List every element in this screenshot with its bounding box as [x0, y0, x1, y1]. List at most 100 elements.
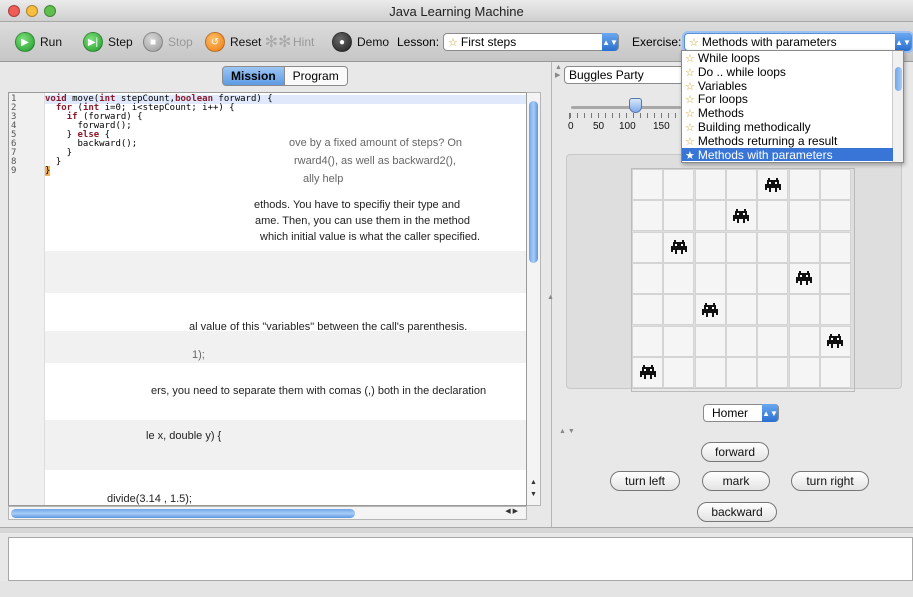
- buggle-select-value: Homer: [712, 406, 749, 420]
- turn-left-button[interactable]: turn left: [610, 471, 680, 491]
- grid-cell[interactable]: [694, 262, 726, 294]
- exercise-option[interactable]: ★ Methods with parameters: [682, 147, 893, 162]
- grid-cell[interactable]: [725, 262, 757, 294]
- reset-button[interactable]: ↺ Reset: [205, 31, 261, 53]
- grid-cell[interactable]: [819, 200, 851, 232]
- forward-button[interactable]: forward: [701, 442, 769, 462]
- grid-cell[interactable]: [788, 294, 820, 326]
- slider-tick: [626, 113, 627, 118]
- speed-slider-track[interactable]: [571, 106, 681, 109]
- exercise-option[interactable]: ☆ Building methodically: [682, 120, 893, 134]
- exercise-dropdown-list[interactable]: ☆ While loops ☆ Do .. while loops ☆ Variables…: [681, 50, 904, 163]
- grid-cell[interactable]: [694, 200, 726, 232]
- editor-horizontal-scrollbar[interactable]: ◀ ▶: [8, 506, 527, 520]
- grid-cell[interactable]: [663, 200, 695, 232]
- slider-tick: [654, 113, 655, 118]
- world-select-value: Buggles Party: [569, 68, 644, 82]
- scroll-left-right-icon[interactable]: ◀ ▶: [505, 507, 518, 515]
- grid-cell[interactable]: [757, 356, 789, 388]
- grid-cell[interactable]: [632, 169, 663, 200]
- scroll-thumb[interactable]: [895, 67, 902, 91]
- exercise-option[interactable]: ☆ Methods returning a result: [682, 134, 893, 148]
- turn-right-button[interactable]: turn right: [791, 471, 869, 491]
- grid-cell[interactable]: [663, 262, 695, 294]
- grid-cell[interactable]: [819, 169, 851, 200]
- hint-button[interactable]: ✻✻ Hint: [265, 31, 315, 53]
- grid-cell[interactable]: [819, 231, 851, 263]
- scroll-up-icon[interactable]: ▲: [527, 479, 540, 489]
- grid-cell[interactable]: [632, 325, 663, 357]
- run-button[interactable]: ▶ Run: [15, 31, 62, 53]
- grid-cell[interactable]: [725, 294, 757, 326]
- log-divider[interactable]: [0, 527, 913, 533]
- step-button[interactable]: ▶| Step: [83, 31, 133, 53]
- buggle-icon: [695, 294, 726, 325]
- grid-cell[interactable]: [663, 325, 695, 357]
- grid-cell[interactable]: [788, 200, 820, 232]
- exercise-option[interactable]: ☆ While loops: [682, 51, 893, 65]
- log-console[interactable]: [8, 537, 913, 581]
- grid-cell[interactable]: [632, 262, 663, 294]
- grid-cell[interactable]: [788, 325, 820, 357]
- grid-cell[interactable]: [819, 356, 851, 388]
- code-text[interactable]: void move(int stepCount,boolean forward)…: [45, 95, 273, 176]
- grid-cell[interactable]: [694, 169, 726, 200]
- grid-cell[interactable]: [819, 294, 851, 326]
- grid-cell[interactable]: [788, 356, 820, 388]
- grid-cell[interactable]: [788, 169, 820, 200]
- grid-cell[interactable]: [694, 231, 726, 263]
- scroll-down-icon[interactable]: ▼: [527, 491, 540, 501]
- split-arrow-icon[interactable]: ▲: [547, 294, 554, 301]
- grid-cell[interactable]: [725, 356, 757, 388]
- exercise-option[interactable]: ☆ Methods: [682, 106, 893, 120]
- grid-cell[interactable]: [632, 200, 663, 232]
- exercise-option[interactable]: ☆ Variables: [682, 79, 893, 93]
- editor-vertical-scrollbar[interactable]: ▲ ▼: [527, 92, 541, 506]
- grid-cell[interactable]: [663, 356, 695, 388]
- tab-program[interactable]: Program: [284, 66, 348, 86]
- scroll-thumb[interactable]: [529, 101, 538, 263]
- mission-fragment: which initial value is what the caller s…: [260, 231, 481, 243]
- grid-cell[interactable]: [757, 262, 789, 294]
- grid-cell[interactable]: [757, 294, 789, 326]
- grid-cell[interactable]: [632, 231, 663, 263]
- speed-slider-knob[interactable]: [629, 98, 642, 113]
- slider-tick: [668, 113, 669, 118]
- backward-button[interactable]: backward: [697, 502, 777, 522]
- demo-button[interactable]: ● Demo: [332, 31, 389, 53]
- grid-cell[interactable]: [725, 231, 757, 263]
- split-arrows-icon[interactable]: ▲ ▶: [555, 64, 562, 79]
- grid-cell[interactable]: [694, 325, 726, 357]
- lesson-select[interactable]: ☆ First steps ▲▼: [443, 33, 619, 51]
- grid-cell[interactable]: [694, 356, 726, 388]
- grid-cell[interactable]: [757, 200, 789, 232]
- exercise-option[interactable]: ☆ Do .. while loops: [682, 65, 893, 79]
- grid-cell[interactable]: [663, 294, 695, 326]
- exercise-option-label: Methods returning a result: [697, 133, 838, 148]
- tab-mission[interactable]: Mission: [222, 66, 285, 86]
- dropdown-scrollbar[interactable]: [892, 51, 903, 162]
- chevron-updown-icon: ▲▼: [602, 33, 618, 51]
- mark-button[interactable]: mark: [702, 471, 770, 491]
- exercise-select[interactable]: ☆ Methods with parameters ▲▼: [684, 33, 912, 51]
- grid-cell[interactable]: [757, 231, 789, 263]
- exercise-option[interactable]: ☆ For loops: [682, 92, 893, 106]
- grid-cell[interactable]: [788, 231, 820, 263]
- step-icon: ▶|: [83, 32, 103, 52]
- world-select[interactable]: Buggles Party: [564, 66, 684, 84]
- split-arrows-icon[interactable]: ▲ ▼: [559, 428, 575, 435]
- grid-cell[interactable]: [632, 294, 663, 326]
- hint-label: Hint: [293, 35, 315, 49]
- buggle-select[interactable]: Homer ▲▼: [703, 404, 779, 422]
- scroll-thumb[interactable]: [11, 509, 355, 518]
- grid-cell[interactable]: [757, 325, 789, 357]
- grid-cell[interactable]: [819, 262, 851, 294]
- grid-cell[interactable]: [663, 169, 695, 200]
- code-editor[interactable]: 123456789 ove by a fixed amount of steps…: [8, 92, 527, 506]
- speed-slider-ticks: [569, 113, 681, 119]
- grid-cell[interactable]: [725, 325, 757, 357]
- mission-fragment: ers, you need to separate them with coma…: [151, 385, 487, 397]
- grid-cell[interactable]: [725, 169, 757, 200]
- stop-button[interactable]: ■ Stop: [143, 31, 193, 53]
- buggle-icon: [820, 326, 851, 357]
